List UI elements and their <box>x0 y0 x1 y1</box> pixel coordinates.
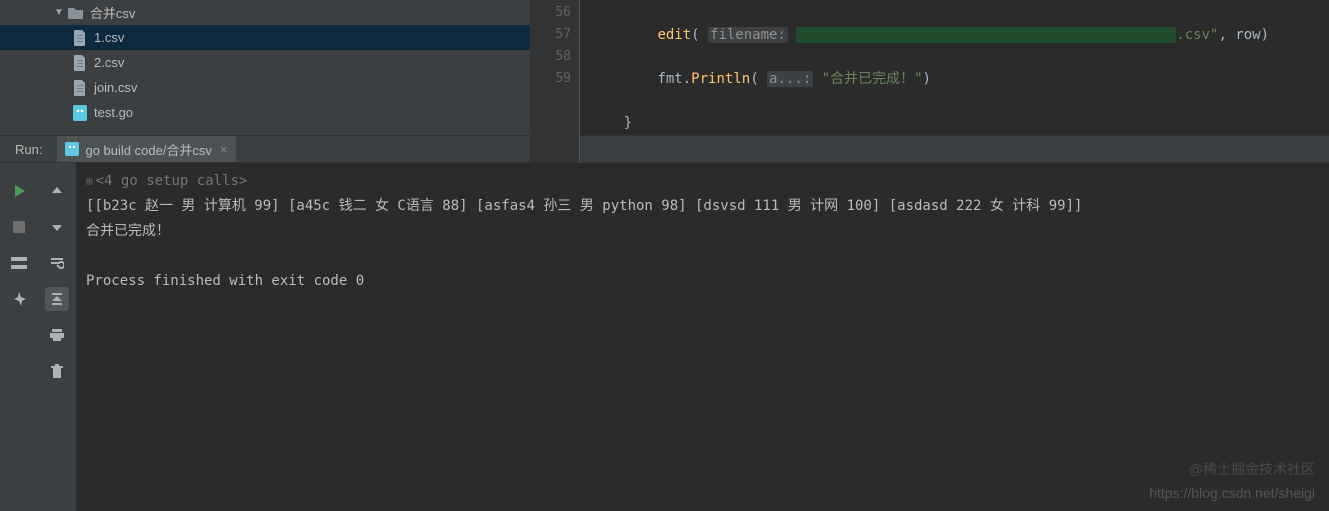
layout-button[interactable] <box>7 251 31 275</box>
expand-icon[interactable]: ⊞ <box>86 175 93 188</box>
go-icon <box>65 142 79 156</box>
run-label: Run: <box>0 142 57 157</box>
print-button[interactable] <box>45 323 69 347</box>
code-token: .csv" <box>1176 27 1218 43</box>
line-number: 58 <box>538 46 571 68</box>
code-token: } <box>624 115 632 131</box>
watermark-text: @稀土掘金技术社区 <box>1189 459 1315 479</box>
code-token: fmt <box>657 71 682 87</box>
redacted-string <box>796 27 1176 43</box>
tree-file-item[interactable]: 1.csv <box>0 25 530 50</box>
tree-file-item[interactable]: join.csv <box>0 75 530 100</box>
project-tree: ▼ 合并csv 1.csv 2.csv join.csv <box>0 0 530 135</box>
code-editor[interactable]: 56 57 58 59 edit( filename: .csv", row) … <box>530 0 1329 135</box>
watermark-text: https://blog.csdn.net/sheigi <box>1149 485 1315 501</box>
stop-button[interactable] <box>7 215 31 239</box>
code-token: "合并已完成！" <box>822 71 923 87</box>
scroll-to-end-button[interactable] <box>45 287 69 311</box>
run-toolbar-secondary <box>38 163 76 511</box>
code-token: filename: <box>708 27 788 43</box>
go-icon <box>72 105 88 121</box>
folder-label: 合并csv <box>90 3 136 22</box>
line-number: 57 <box>538 24 571 46</box>
tree-folder[interactable]: ▼ 合并csv <box>0 0 530 25</box>
line-number: 59 <box>538 68 571 90</box>
console-line: Process finished with exit code 0 <box>86 269 1319 294</box>
wrap-button[interactable] <box>45 251 69 275</box>
code-token: a...: <box>767 71 813 87</box>
code-token: edit <box>657 27 691 43</box>
run-toolbar-primary <box>0 163 38 511</box>
up-button[interactable] <box>45 179 69 203</box>
down-button[interactable] <box>45 215 69 239</box>
console-line: <4 go setup calls> <box>96 173 248 189</box>
code-token: Println <box>691 71 750 87</box>
run-button[interactable] <box>7 179 31 203</box>
console-line: [[b23c 赵一 男 计算机 99] [a45c 钱二 女 C语言 88] [… <box>86 194 1319 219</box>
file-label: 2.csv <box>94 55 124 70</box>
tree-file-item[interactable]: 2.csv <box>0 50 530 75</box>
console-line: 合并已完成！ <box>86 219 1319 244</box>
run-tab-label: go build code/合并csv <box>85 140 211 159</box>
file-label: join.csv <box>94 80 137 95</box>
file-icon <box>72 55 88 71</box>
code-token: row <box>1235 27 1260 43</box>
file-label: test.go <box>94 105 133 120</box>
file-icon <box>72 80 88 96</box>
file-icon <box>72 30 88 46</box>
tree-file-item[interactable]: test.go <box>0 100 530 125</box>
folder-icon <box>68 5 84 21</box>
trash-button[interactable] <box>45 359 69 383</box>
console-output[interactable]: ⊞<4 go setup calls> [[b23c 赵一 男 计算机 99] … <box>76 163 1329 511</box>
close-icon[interactable]: × <box>220 142 228 157</box>
pin-button[interactable] <box>7 287 31 311</box>
run-tab[interactable]: go build code/合并csv × <box>57 136 235 162</box>
chevron-down-icon: ▼ <box>54 7 64 18</box>
line-number: 56 <box>538 2 571 24</box>
file-label: 1.csv <box>94 30 124 45</box>
